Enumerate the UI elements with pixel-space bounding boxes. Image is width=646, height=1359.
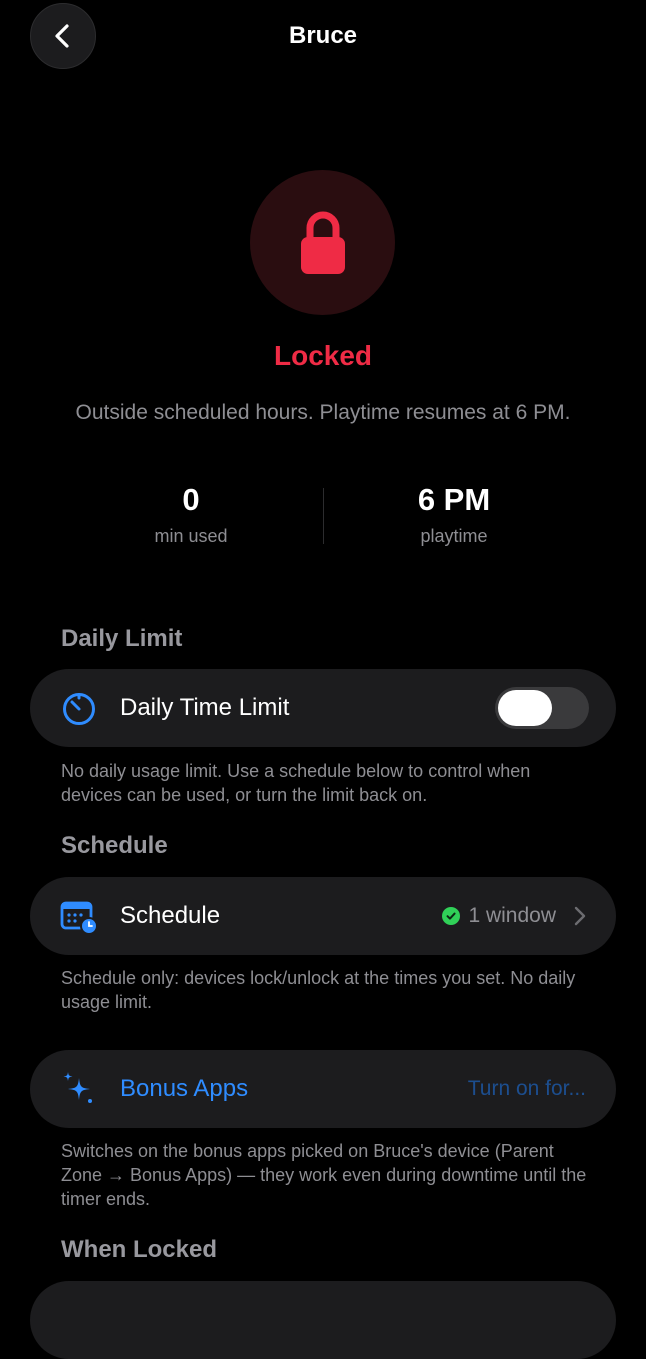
daily-time-limit-label: Daily Time Limit	[120, 694, 290, 721]
bonus-apps-turn-on-button[interactable]: Turn on for...	[468, 1050, 586, 1128]
bonus-apps-row[interactable]: Bonus Apps Turn on for...	[30, 1050, 616, 1128]
section-title-schedule: Schedule	[61, 832, 168, 859]
when-locked-row[interactable]	[30, 1281, 616, 1359]
daily-limit-footnote: No daily usage limit. Use a schedule bel…	[61, 761, 531, 805]
stat-divider	[323, 488, 324, 544]
chevron-right-icon	[574, 906, 586, 926]
stat-minutes-used: 0 min used	[91, 482, 291, 547]
check-circle-icon	[442, 907, 461, 925]
stat-label: min used	[154, 526, 228, 546]
schedule-footnote: Schedule only: devices lock/unlock at th…	[61, 968, 576, 1012]
status-title: Locked	[273, 340, 373, 371]
daily-time-limit-row: Daily Time Limit	[30, 669, 616, 747]
toggle-knob	[498, 690, 552, 726]
lock-status-circle	[250, 170, 395, 315]
stat-label: playtime	[420, 526, 488, 546]
schedule-window-count: 1 window	[468, 904, 556, 927]
stat-value: 0	[182, 482, 200, 517]
schedule-summary: 1 window	[442, 877, 586, 955]
section-title-when-locked: When Locked	[61, 1236, 218, 1263]
timer-icon	[63, 693, 95, 725]
sparkles-icon	[63, 1072, 92, 1103]
section-title-daily-limit: Daily Limit	[61, 625, 183, 652]
bonus-apps-footnote: Switches on the bonus apps picked on Bru…	[61, 1141, 587, 1209]
bonus-apps-label: Bonus Apps	[120, 1075, 249, 1102]
lock-icon	[300, 211, 345, 274]
status-description: Outside scheduled hours. Playtime resume…	[75, 401, 571, 424]
calendar-clock-icon	[60, 901, 98, 935]
page-title: Bruce	[288, 22, 358, 49]
stat-value: 6 PM	[417, 482, 491, 517]
schedule-label: Schedule	[120, 902, 221, 929]
stat-playtime: 6 PM playtime	[354, 482, 554, 547]
daily-time-limit-toggle[interactable]	[495, 687, 589, 729]
schedule-row[interactable]: Schedule 1 window	[30, 877, 616, 955]
